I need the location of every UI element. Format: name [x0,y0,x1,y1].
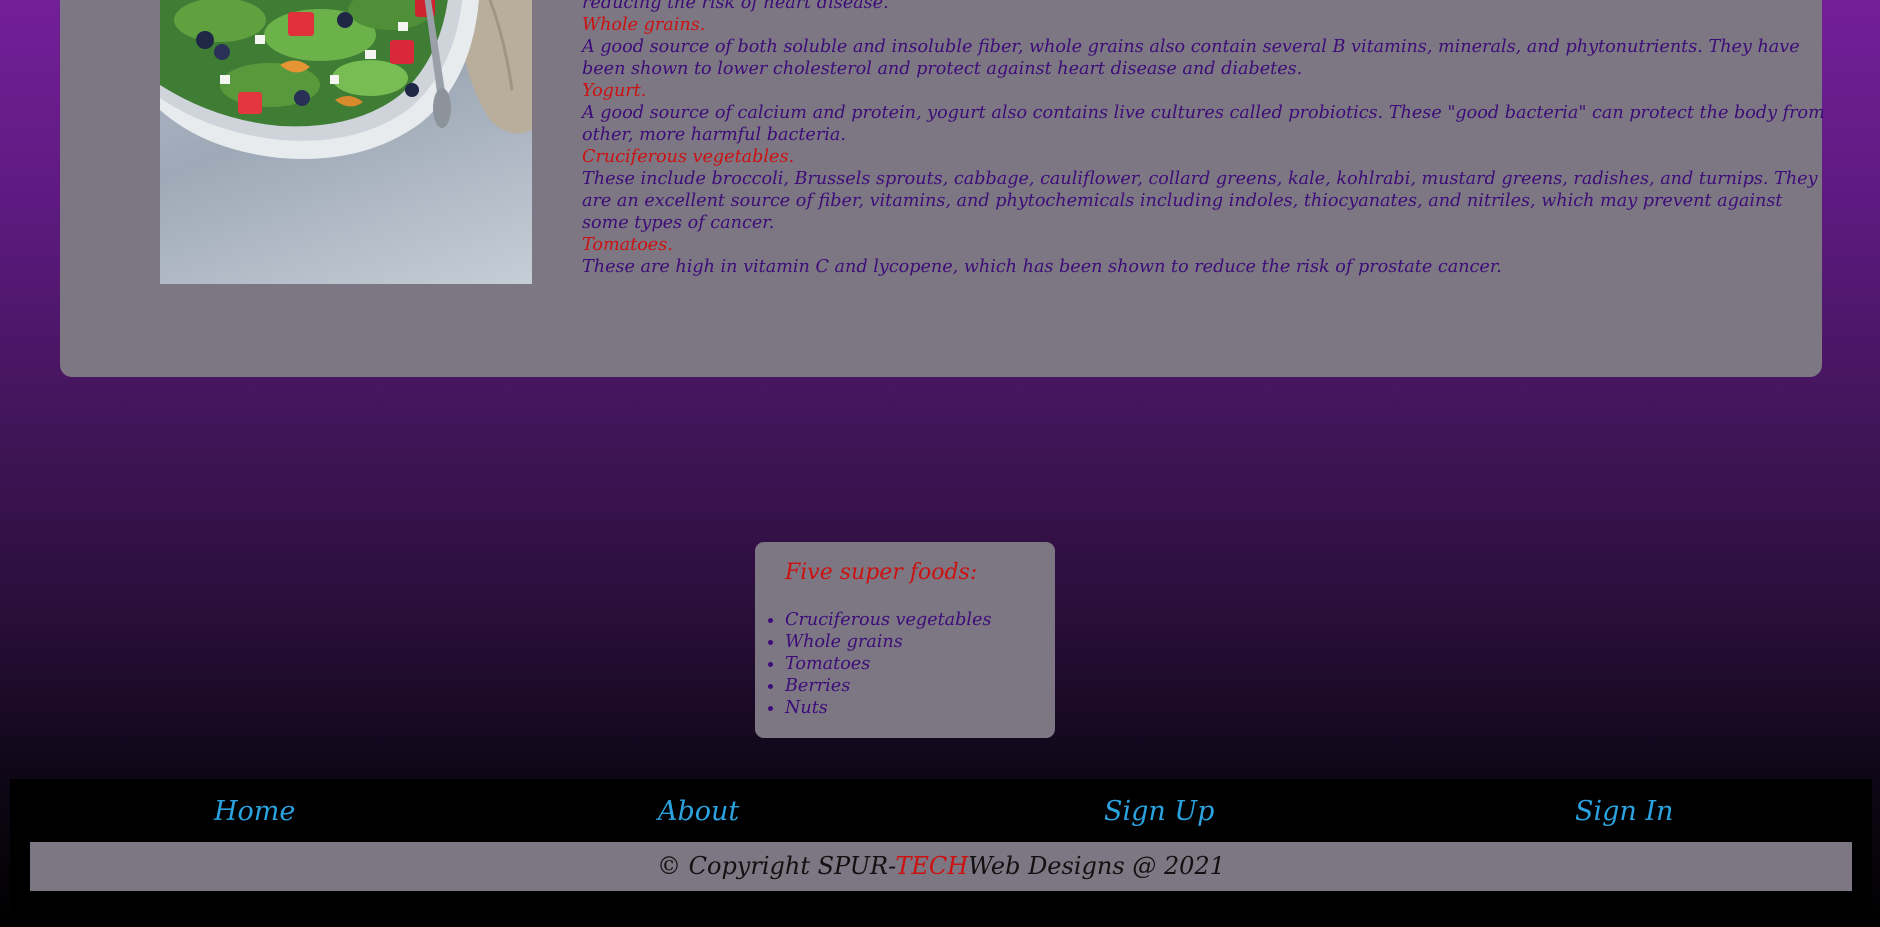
nav-sign-up-link[interactable]: Sign Up [1104,796,1214,827]
food-heading: Whole grains. [582,15,706,35]
food-heading: Yogurt. [582,81,647,101]
list-item: Whole grains [767,631,991,653]
food-description: A good source of both soluble and insolu… [582,37,1800,79]
list-item: Berries [767,675,991,697]
list-item: Nuts [767,697,991,719]
food-heading: Tomatoes. [582,235,673,255]
intro-tail: reducing the risk of heart disease. [582,0,889,13]
copyright-suffix: Web Designs @ 2021 [968,852,1225,880]
five-super-foods-box: Five super foods: Cruciferous vegetables… [755,542,1055,738]
list-item: Cruciferous vegetables [767,610,992,630]
food-description: These are high in vitamin C and lycopene… [582,257,1502,277]
five-super-foods-title: Five super foods: [785,560,978,585]
food-description: These include broccoli, Brussels sprouts… [582,169,1818,233]
superfoods-article: reducing the risk of heart disease. Whol… [582,0,1832,278]
food-description: A good source of calcium and protein, yo… [582,103,1825,145]
content-card: reducing the risk of heart disease. Whol… [60,0,1825,377]
salad-bowl-image [160,0,532,284]
list-item: Tomatoes [767,653,991,675]
copyright-highlight: TECH [895,852,969,880]
super-foods-list: Cruciferous vegetables Whole grains Toma… [767,609,992,719]
nav-sign-in-link[interactable]: Sign In [1575,796,1673,827]
food-heading: Cruciferous vegetables. [582,147,795,167]
copyright-bar: © Copyright SPUR-TECHWeb Designs @ 2021 [30,842,1852,891]
footer: Home About Sign Up Sign In © Copyright S… [10,779,1872,927]
nav-home-link[interactable]: Home [214,796,295,827]
nav-about-link[interactable]: About [658,796,739,827]
copyright-prefix: © Copyright SPUR- [657,852,896,880]
